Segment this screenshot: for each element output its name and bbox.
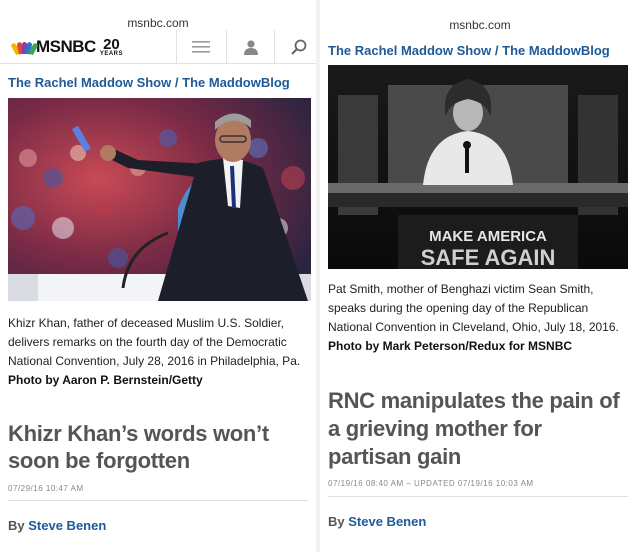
photo-caption: Khizr Khan, father of deceased Muslim U.…	[8, 314, 311, 390]
byline: By Steve Benen	[328, 514, 426, 529]
url-bar[interactable]: msnbc.com	[320, 18, 640, 32]
breadcrumb: The Rachel Maddow Show / The MaddowBlog	[328, 43, 610, 58]
msnbc-logo[interactable]: MSNBC 20 YEARS	[10, 35, 124, 58]
article-photo: MAKE AMERICA SAFE AGAIN	[328, 65, 628, 269]
breadcrumb-blog-link[interactable]: The MaddowBlog	[182, 75, 290, 90]
divider-line	[8, 500, 308, 501]
sign-line-1: MAKE AMERICA	[429, 228, 547, 245]
article-headline: RNC manipulates the pain of a grieving m…	[328, 388, 620, 469]
article-date: 07/29/16 10:47 AM	[8, 484, 84, 493]
breadcrumb-show-link[interactable]: The Rachel Maddow Show	[328, 43, 491, 58]
convention-speaker-image	[8, 98, 311, 301]
sign-line-2: SAFE AGAIN	[421, 245, 556, 269]
photo-credit: Photo by Aaron P. Bernstein/Getty	[8, 373, 203, 387]
account-button[interactable]	[226, 30, 274, 64]
breadcrumb-blog-link[interactable]: The MaddowBlog	[502, 43, 610, 58]
breadcrumb-separator: /	[494, 43, 499, 58]
caption-text: Khizr Khan, father of deceased Muslim U.…	[8, 316, 301, 368]
byline-prefix: By	[328, 514, 345, 529]
peacock-icon	[10, 40, 39, 56]
author-link[interactable]: Steve Benen	[348, 514, 426, 529]
article-date: 07/19/16 08:40 AM – UPDATED 07/19/16 10:…	[328, 479, 534, 488]
logo-wordmark: MSNBC	[36, 37, 96, 56]
breadcrumb: The Rachel Maddow Show / The MaddowBlog	[8, 75, 290, 90]
breadcrumb-separator: /	[174, 75, 179, 90]
right-article-screen: msnbc.com The Rachel Maddow Show / The M…	[320, 0, 640, 552]
search-button[interactable]	[274, 30, 316, 64]
photo-credit: Photo by Mark Peterson/Redux for MSNBC	[328, 339, 573, 353]
convention-speaker-image: MAKE AMERICA SAFE AGAIN	[328, 65, 628, 269]
byline-prefix: By	[8, 518, 25, 533]
menu-button[interactable]	[176, 30, 224, 64]
article-headline: Khizr Khan’s words won’t soon be forgott…	[8, 421, 269, 473]
badge-number: 20	[103, 35, 120, 53]
user-icon	[243, 39, 258, 55]
divider-line	[328, 496, 628, 497]
caption-text: Pat Smith, mother of Benghazi victim Sea…	[328, 282, 619, 334]
left-article-screen: msnbc.com MSNBC 20 YEARS The Rachel Madd…	[0, 0, 316, 552]
badge-word: YEARS	[99, 50, 124, 57]
photo-caption: Pat Smith, mother of Benghazi victim Sea…	[328, 280, 633, 356]
hamburger-icon	[191, 41, 210, 53]
search-icon	[290, 39, 306, 55]
url-bar[interactable]: msnbc.com	[0, 16, 316, 30]
anniversary-badge: 20 YEARS	[99, 35, 124, 57]
site-header: MSNBC 20 YEARS	[0, 30, 316, 64]
author-link[interactable]: Steve Benen	[28, 518, 106, 533]
article-photo	[8, 98, 311, 301]
byline: By Steve Benen	[8, 518, 106, 533]
breadcrumb-show-link[interactable]: The Rachel Maddow Show	[8, 75, 171, 90]
